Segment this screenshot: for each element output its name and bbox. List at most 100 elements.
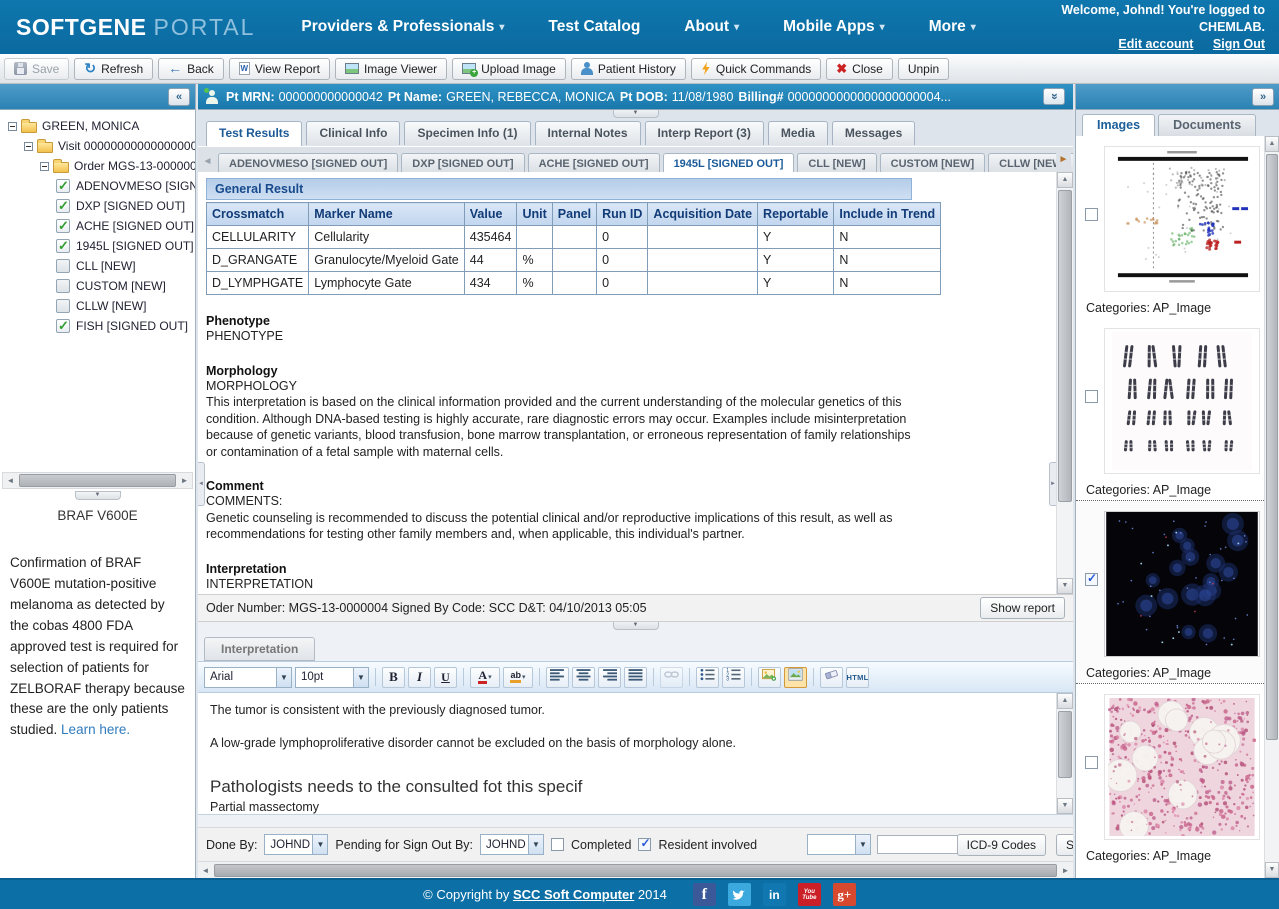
thumbnail-karyotype[interactable] (1104, 328, 1260, 474)
tree-node-green-monica[interactable]: GREEN, MONICA (0, 116, 195, 136)
subtab-adenovmeso-signed-out[interactable]: ADENOVMESO [SIGNED OUT] (218, 153, 398, 172)
thumbnail-scatter-plot[interactable] (1104, 146, 1260, 292)
image-select-checkbox[interactable] (1085, 390, 1098, 403)
image-manager-button[interactable] (784, 667, 807, 688)
tree-node-visit-000000000000000000[interactable]: Visit 000000000000000000 (0, 136, 195, 156)
tab-test-results[interactable]: Test Results (206, 121, 302, 146)
code-input[interactable] (877, 835, 961, 854)
tree-node-order-mgs-13-0000004[interactable]: Order MGS-13-0000004 (0, 156, 195, 176)
pending-signout-select[interactable]: JOHND (480, 834, 544, 855)
editor-content[interactable]: The tumor is consistent with the previou… (198, 693, 1073, 815)
youtube-icon[interactable]: YouTube (798, 883, 821, 906)
scroll-down-icon[interactable] (1057, 578, 1073, 594)
scrollbar-thumb[interactable] (1058, 711, 1072, 778)
done-by-select[interactable]: JOHND (264, 834, 328, 855)
results-vertical-scrollbar[interactable] (1056, 172, 1073, 594)
image-select-checkbox[interactable] (1085, 208, 1098, 221)
font-color-button[interactable]: A▾ (470, 667, 500, 688)
numbered-list-button[interactable]: 123 (722, 667, 745, 688)
scroll-up-icon[interactable] (1057, 172, 1073, 188)
scc-link[interactable]: SCC Soft Computer (513, 887, 634, 902)
scroll-down-icon[interactable] (1265, 862, 1279, 878)
tree-node-cllw-new[interactable]: CLLW [NEW] (0, 296, 195, 316)
scrollbar-thumb[interactable] (1058, 190, 1072, 502)
scrollbar-thumb[interactable] (1266, 154, 1278, 740)
scroll-right-icon[interactable] (177, 473, 192, 488)
align-right-button[interactable] (598, 667, 621, 688)
subtab-cll-new[interactable]: CLL [NEW] (797, 153, 876, 172)
refresh-button[interactable]: ↻Refresh (74, 58, 153, 80)
collapse-left-handle[interactable] (198, 462, 205, 506)
subtab-1945l-signed-out[interactable]: 1945L [SIGNED OUT] (663, 153, 795, 172)
collapse-right-handle[interactable] (1049, 462, 1056, 506)
align-center-button[interactable] (572, 667, 595, 688)
image-select-checkbox[interactable] (1085, 573, 1098, 586)
bullet-list-button[interactable] (696, 667, 719, 688)
tab-interp-report-3[interactable]: Interp Report (3) (645, 121, 764, 145)
editor-vertical-scrollbar[interactable] (1056, 693, 1073, 814)
subtab-ache-signed-out[interactable]: ACHE [SIGNED OUT] (528, 153, 660, 172)
nav-item-mobile-apps[interactable]: Mobile Apps▾ (783, 18, 885, 36)
collapse-expander-icon[interactable] (40, 162, 49, 171)
nav-item-about[interactable]: About▾ (684, 18, 739, 36)
html-source-button[interactable]: HTML (846, 667, 869, 688)
snomed-button[interactable]: SNOMED (1056, 834, 1073, 856)
tree-node-fish-signed-out[interactable]: FISH [SIGNED OUT] (0, 316, 195, 336)
image-select-checkbox[interactable] (1085, 756, 1098, 769)
learn-here-link[interactable]: Learn here. (61, 722, 130, 737)
tree-node-1945l-signed-out[interactable]: 1945L [SIGNED OUT] (0, 236, 195, 256)
show-report-button[interactable]: Show report (980, 597, 1065, 619)
align-justify-button[interactable] (624, 667, 647, 688)
patient-history-button[interactable]: Patient History (571, 58, 686, 80)
scroll-left-icon[interactable] (198, 863, 213, 878)
tree-splitter-handle[interactable] (75, 491, 121, 500)
upload-image-button[interactable]: Upload Image (452, 58, 566, 80)
linkedin-icon[interactable]: in (763, 883, 786, 906)
bold-button[interactable]: B (382, 667, 405, 688)
tree-node-custom-new[interactable]: CUSTOM [NEW] (0, 276, 195, 296)
close-button[interactable]: ✖Close (826, 58, 893, 80)
completed-checkbox[interactable] (551, 838, 564, 851)
scrollbar-thumb[interactable] (19, 474, 176, 487)
scroll-right-icon[interactable] (1058, 863, 1073, 878)
collapse-tabs-handle[interactable] (613, 110, 659, 118)
view-report-button[interactable]: WView Report (229, 58, 330, 80)
tab-images[interactable]: Images (1082, 114, 1155, 136)
scroll-down-icon[interactable] (1057, 798, 1073, 814)
save-button[interactable]: Save (4, 58, 69, 80)
tab-documents[interactable]: Documents (1158, 114, 1256, 136)
subtab-dxp-signed-out[interactable]: DXP [SIGNED OUT] (401, 153, 524, 172)
images-vertical-scrollbar[interactable] (1264, 136, 1279, 878)
collapse-right-panel-button[interactable]: » (1252, 88, 1274, 106)
unpin-button[interactable]: Unpin (898, 58, 949, 80)
scroll-up-icon[interactable] (1057, 693, 1073, 709)
thumbnail-fish-microscopy[interactable] (1104, 511, 1260, 657)
font-size-combo[interactable]: 10pt (295, 667, 369, 688)
tab-interpretation[interactable]: Interpretation (204, 637, 315, 661)
thumbnail-histology[interactable] (1104, 694, 1260, 840)
tree-node-ache-signed-out[interactable]: ACHE [SIGNED OUT] (0, 216, 195, 236)
tab-clinical-info[interactable]: Clinical Info (306, 121, 400, 145)
tab-specimen-info-1[interactable]: Specimen Info (1) (404, 121, 530, 145)
scrollbar-thumb[interactable] (214, 864, 1057, 877)
twitter-icon[interactable] (728, 883, 751, 906)
tab-media[interactable]: Media (768, 121, 828, 145)
content-horizontal-scrollbar[interactable] (198, 861, 1073, 878)
collapse-expander-icon[interactable] (24, 142, 33, 151)
link-button[interactable] (660, 667, 683, 688)
tree-horizontal-scrollbar[interactable] (2, 472, 193, 489)
back-button[interactable]: ←Back (158, 58, 224, 80)
tab-messages[interactable]: Messages (832, 121, 915, 145)
underline-button[interactable]: U (434, 667, 457, 688)
eraser-button[interactable] (820, 667, 843, 688)
expand-patient-bar-button[interactable] (1043, 88, 1065, 105)
sign-out-link[interactable]: Sign Out (1213, 37, 1265, 51)
nav-item-test-catalog[interactable]: Test Catalog (548, 18, 640, 36)
icd9-codes-button[interactable]: ICD-9 Codes (957, 834, 1046, 856)
scroll-left-icon[interactable] (3, 473, 18, 488)
font-family-combo[interactable]: Arial (204, 667, 292, 688)
tab-internal-notes[interactable]: Internal Notes (535, 121, 641, 145)
image-viewer-button[interactable]: Image Viewer (335, 58, 447, 80)
italic-button[interactable]: I (408, 667, 431, 688)
highlight-button[interactable]: ab▾ (503, 667, 533, 688)
